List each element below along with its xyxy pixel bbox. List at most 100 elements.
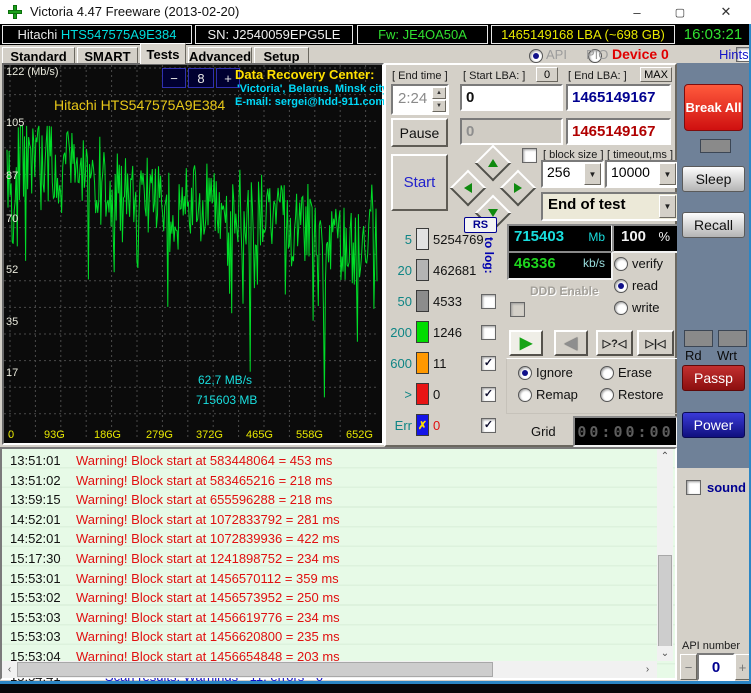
hscroll-thumb[interactable] — [17, 662, 493, 677]
x-tick: 465G — [246, 429, 273, 441]
start-lba-input[interactable]: 0 — [460, 84, 563, 111]
block-size-combo[interactable]: 256 ▼ — [541, 160, 604, 188]
log-timestamp: 15:17:30 — [10, 551, 61, 566]
drive-info-bar: Hitachi HTS547575A9E384 SN: J2540059EPG5… — [0, 24, 751, 45]
scan-question-button[interactable]: ▷?◁ — [596, 330, 633, 356]
log-message: Warning! Block start at 583465216 = 218 … — [76, 473, 332, 488]
seek-up-button[interactable] — [475, 145, 512, 182]
sound-checkbox[interactable] — [686, 480, 701, 495]
api-radio[interactable] — [529, 49, 543, 63]
bin-count: 4533 — [433, 294, 462, 309]
bin-log-checkbox[interactable] — [481, 325, 496, 340]
passp-button[interactable]: Passp — [682, 365, 745, 391]
drive-model: HTS547575A9E384 — [61, 27, 177, 42]
repair-restore-radio[interactable] — [600, 388, 614, 402]
repair-remap-radio[interactable] — [518, 388, 532, 402]
rd-label: Rd — [685, 348, 702, 363]
log-hscrollbar[interactable]: ‹ › — [2, 661, 657, 678]
bin-label-600: 600 — [386, 356, 412, 371]
chevron-down-icon[interactable]: ▼ — [659, 195, 676, 218]
vscroll-thumb[interactable] — [658, 555, 672, 647]
bin-log-checkbox[interactable]: ✓ — [481, 418, 496, 433]
scroll-down-icon[interactable]: ⌄ — [657, 646, 673, 661]
mode-verify-radio[interactable] — [614, 257, 628, 271]
sleep-button[interactable]: Sleep — [682, 166, 745, 192]
chevron-down-icon[interactable]: ▼ — [584, 163, 601, 185]
log-message: Warning! Block start at 1072839936 = 422… — [76, 531, 340, 546]
bin-count: 1246 — [433, 325, 462, 340]
api-plus-button[interactable]: + — [735, 654, 750, 680]
recall-button[interactable]: Recall — [682, 212, 745, 238]
block-size-value: 256 — [547, 164, 570, 180]
ddd-enable-checkbox[interactable] — [510, 302, 525, 317]
play-icon: ▶ — [520, 333, 532, 353]
tab-tests[interactable]: Tests — [140, 43, 186, 64]
log-timestamp: 15:53:03 — [10, 610, 61, 625]
bin-log-checkbox[interactable]: ✓ — [481, 387, 496, 402]
timeout-combo[interactable]: 10000 ▼ — [605, 160, 679, 188]
seek-option-checkbox[interactable] — [522, 148, 537, 163]
log-timestamp: 14:52:01 — [10, 531, 61, 546]
log-panel[interactable]: 13:51:01Warning! Block start at 58344806… — [0, 447, 677, 680]
scroll-right-icon[interactable]: › — [640, 661, 655, 678]
bin-log-checkbox[interactable]: ✓ — [481, 356, 496, 371]
seek-right-button[interactable] — [500, 170, 537, 207]
chevron-down-icon[interactable]: ▼ — [659, 163, 676, 185]
zoom-value: 8 — [188, 68, 214, 88]
break-all-button[interactable]: Break All — [684, 84, 743, 131]
minimize-button[interactable]: – — [620, 0, 654, 24]
maximize-button[interactable]: ▢ — [663, 0, 697, 24]
back-button[interactable]: ◀ — [554, 330, 588, 356]
test-timer-display: 00:00:00 — [573, 416, 678, 447]
arrow-right-icon — [514, 183, 522, 193]
log-row: 13:51:02Warning! Block start at 58346521… — [2, 473, 652, 492]
action-combo[interactable]: End of test ▼ — [541, 192, 679, 221]
overlay-email: E-mail: sergei@hdd-911.com — [235, 96, 385, 108]
mode-write-radio[interactable] — [614, 301, 628, 315]
power-button[interactable]: Power — [682, 412, 745, 438]
log-row: 15:53:02Warning! Block start at 14565739… — [2, 590, 652, 609]
scroll-up-icon[interactable]: ⌃ — [657, 449, 673, 464]
lba-max-button[interactable]: MAX — [640, 67, 672, 82]
end-lba-input[interactable]: 1465149167 — [566, 84, 671, 111]
mode-read-radio[interactable] — [614, 279, 628, 293]
repair-erase-radio[interactable] — [600, 366, 614, 380]
log-message: Warning! Block start at 1456619776 = 234… — [76, 610, 340, 625]
repair-groupbox — [506, 358, 678, 414]
rs-button[interactable]: RS — [464, 217, 497, 233]
log-row: 15:53:03 Warning! Block start at 14566197… — [2, 610, 652, 629]
pause-button[interactable]: Pause — [391, 118, 448, 147]
end-time-spinner[interactable]: 2:24 ▲▼ — [391, 84, 449, 115]
log-row: 14:52:01 Warning! Block start at 10728399… — [2, 531, 652, 550]
clock-display: 16:03:21 — [678, 25, 748, 43]
spin-up-icon[interactable]: ▲ — [432, 87, 446, 99]
log-vscrollbar[interactable]: ⌃ ⌄ — [657, 449, 673, 661]
spin-down-icon[interactable]: ▼ — [432, 100, 446, 112]
bin-count: 0 — [433, 387, 440, 402]
zoom-out-button[interactable]: − — [162, 68, 186, 88]
repair-ignore-label: Ignore — [536, 365, 573, 380]
bin-color-block — [416, 259, 429, 281]
step-button[interactable]: ▷|◁ — [637, 330, 674, 356]
lba-zero-button[interactable]: 0 — [536, 67, 558, 82]
x-tick: 279G — [146, 429, 173, 441]
bin-count: 11 — [433, 356, 447, 371]
close-button[interactable]: ✕ — [709, 0, 743, 24]
log-message: Warning! Block start at 1456573952 = 250… — [76, 590, 340, 605]
mode-read-label: read — [632, 278, 658, 293]
seek-left-button[interactable] — [450, 170, 487, 207]
overlay-center: Data Recovery Center: — [235, 67, 374, 82]
bin-color-block — [416, 290, 429, 312]
play-button[interactable]: ▶ — [509, 330, 543, 356]
repair-ignore-radio[interactable] — [518, 366, 532, 380]
log-message: Warning! Block start at 1241898752 = 234… — [76, 551, 340, 566]
rd-indicator — [684, 330, 713, 347]
api-minus-button[interactable]: − — [680, 654, 697, 680]
current-position-readout: 715603 MB — [196, 393, 257, 407]
start-button[interactable]: Start — [391, 154, 448, 211]
bin-label-50: 50 — [386, 294, 412, 309]
bin-color-block — [416, 228, 429, 250]
x-tick: 372G — [196, 429, 223, 441]
percent-unit: % — [658, 229, 670, 244]
scroll-left-icon[interactable]: ‹ — [2, 661, 17, 678]
